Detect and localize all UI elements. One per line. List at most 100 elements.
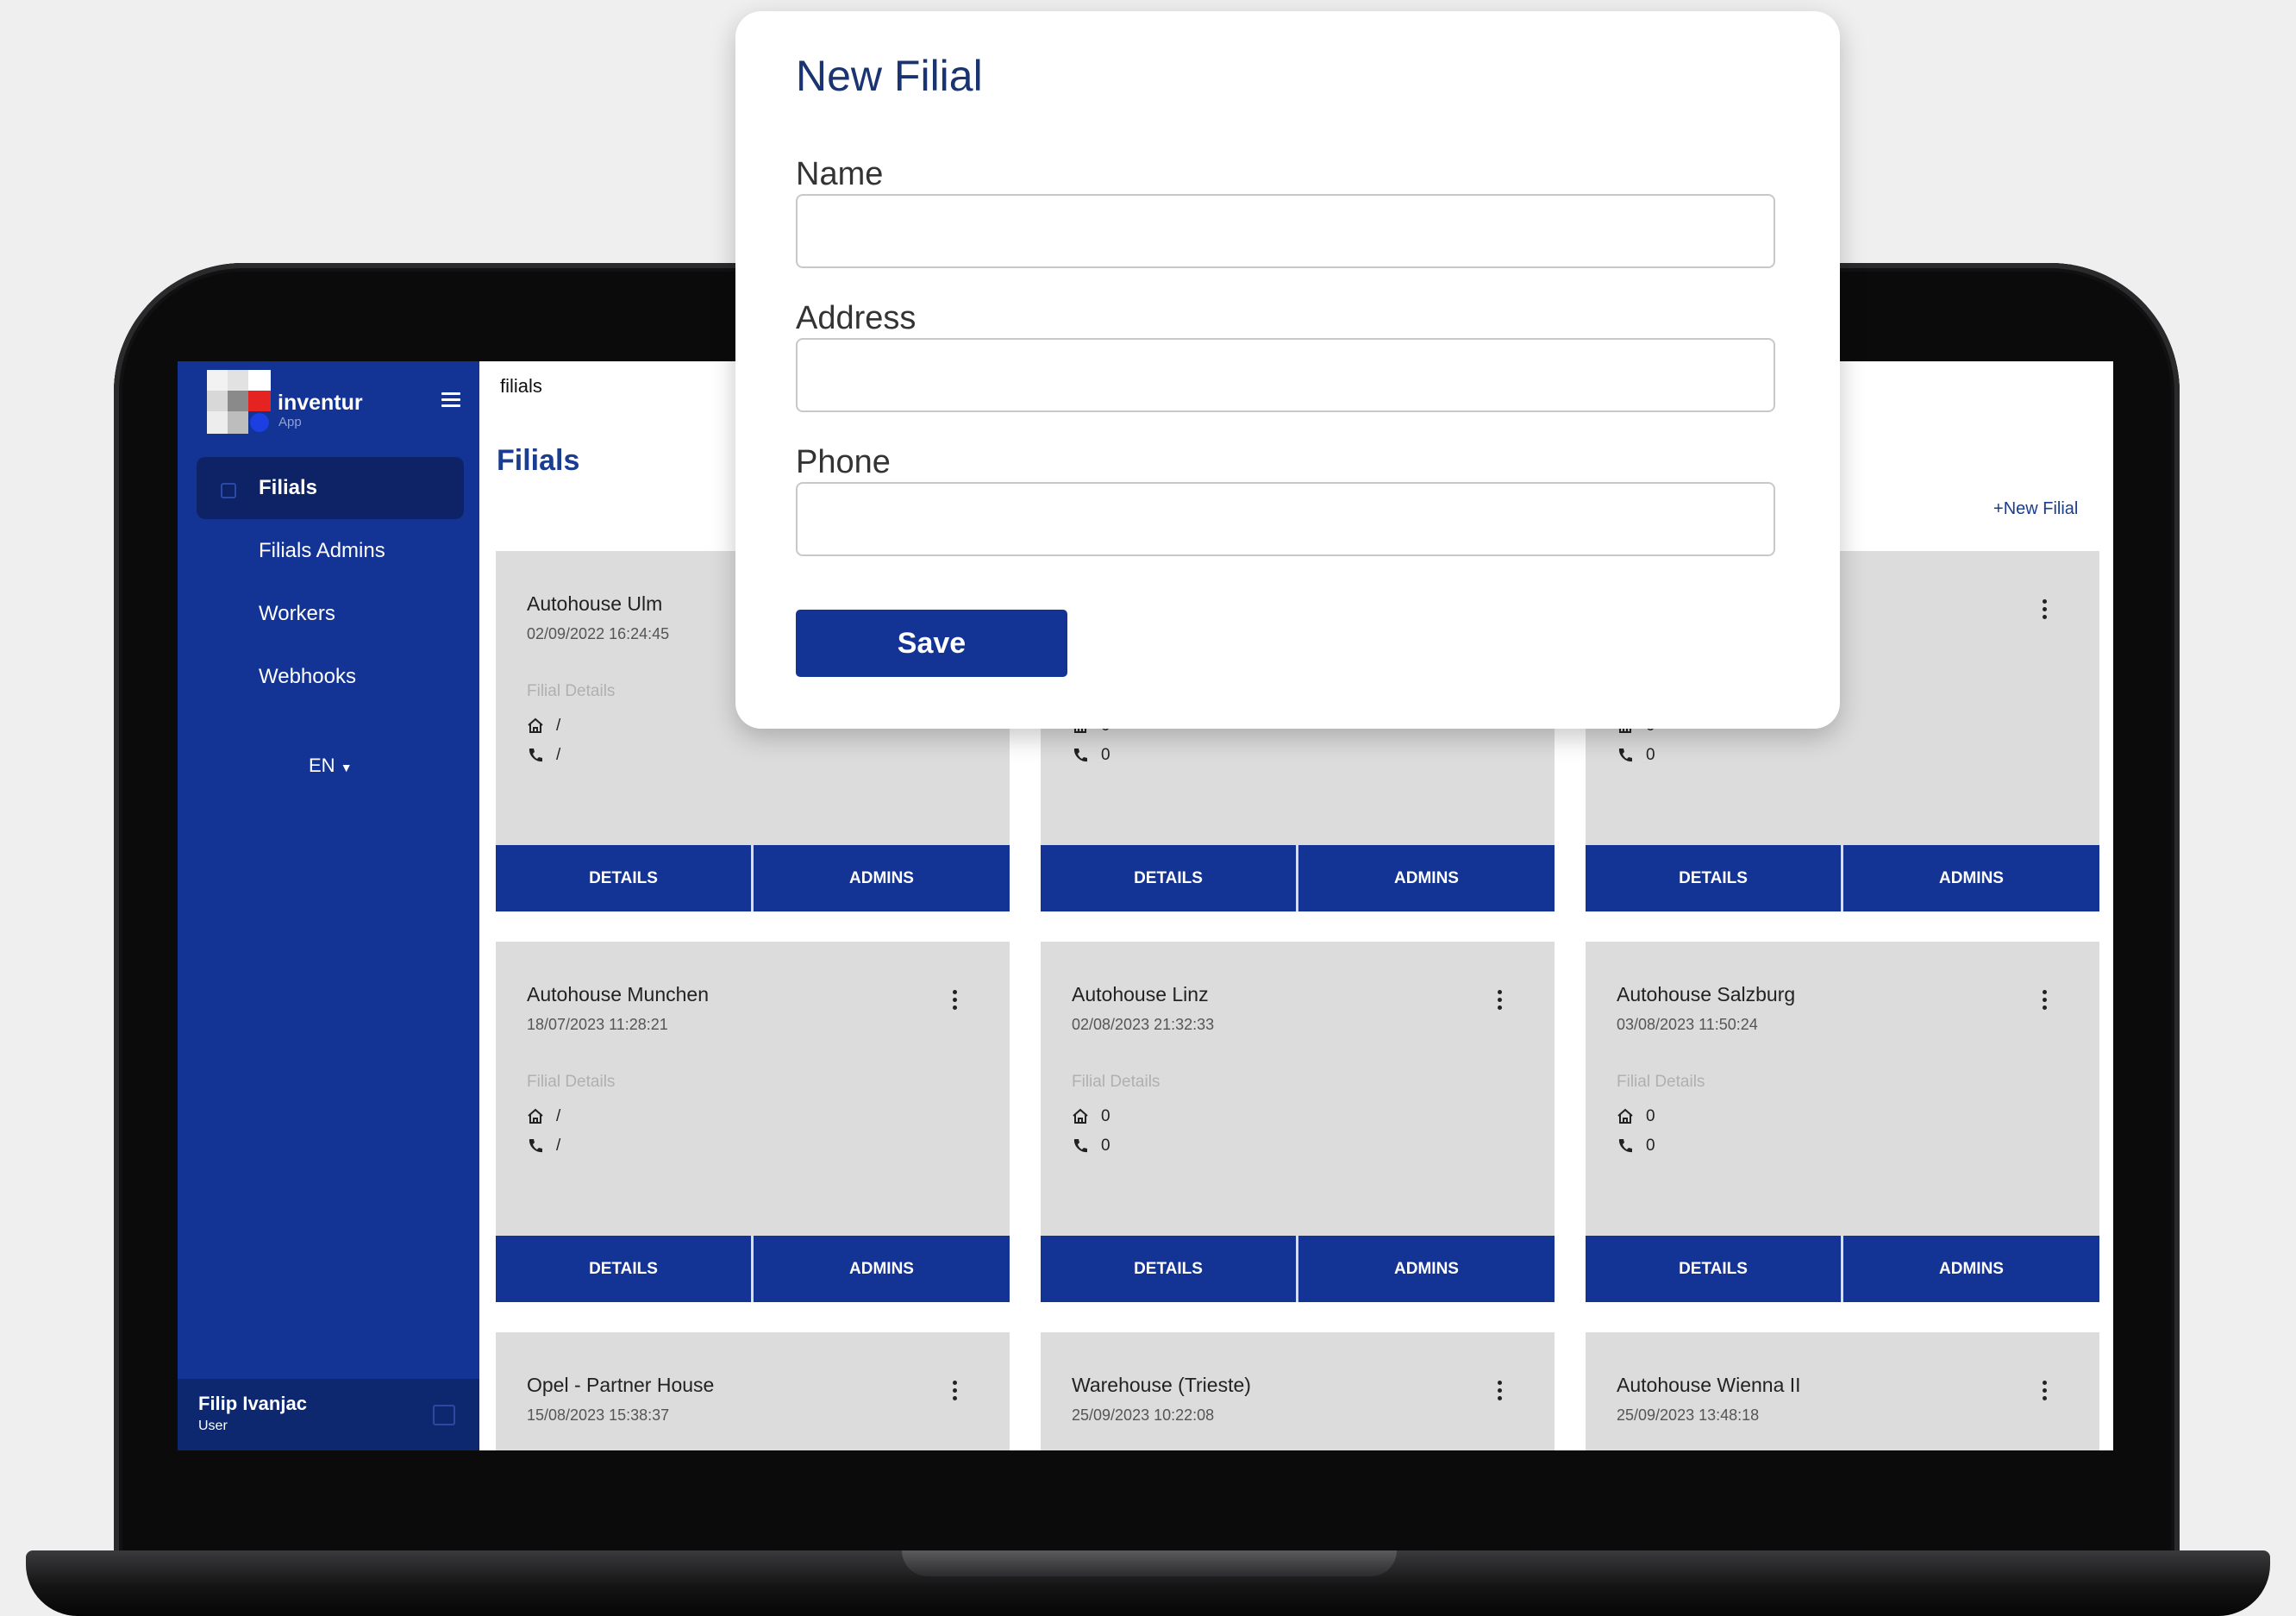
phone-icon: [529, 748, 542, 762]
card-date: 18/07/2023 11:28:21: [527, 1016, 668, 1033]
filial-card: Autohouse Salzburg 03/08/2023 11:50:24 F…: [1586, 942, 2099, 1302]
app-logo: [207, 370, 271, 434]
phone-icon: [1073, 1139, 1087, 1153]
sidebar-item-webhooks[interactable]: Webhooks: [197, 646, 464, 708]
new-filial-label: New Filial: [2003, 499, 2079, 518]
admins-button[interactable]: ADMINS: [754, 845, 1010, 911]
kebab-menu-icon[interactable]: [951, 1381, 958, 1405]
kebab-menu-icon[interactable]: [1496, 990, 1503, 1014]
card-address: 0: [1101, 1107, 1110, 1125]
card-address: /: [556, 717, 561, 735]
filial-card: Opel - Partner House 15/08/2023 15:38:37: [496, 1332, 1010, 1450]
sidebar-item-label: Workers: [259, 602, 335, 625]
card-phone-row: 0: [1072, 746, 1110, 765]
card-date: 02/09/2022 16:24:45: [527, 625, 670, 642]
details-button[interactable]: DETAILS: [496, 845, 751, 911]
phone-icon: [1618, 748, 1632, 762]
card-detail-label: Filial Details: [527, 1073, 616, 1091]
card-date: 03/08/2023 11:50:24: [1617, 1016, 1758, 1033]
sidebar-item-workers[interactable]: Workers: [197, 583, 464, 645]
card-title: Autohouse Linz: [1072, 983, 1209, 1005]
admins-button[interactable]: ADMINS: [1843, 845, 2099, 911]
page-title: Filials: [497, 444, 580, 477]
details-button[interactable]: DETAILS: [1586, 845, 1841, 911]
card-address-row: 0: [1072, 1107, 1110, 1126]
modal-title: New Filial: [796, 52, 983, 100]
name-field[interactable]: [796, 194, 1775, 268]
card-detail-label: Filial Details: [1617, 1073, 1705, 1091]
new-filial-link[interactable]: +New Filial: [1993, 499, 2078, 519]
card-date: 02/08/2023 21:32:33: [1072, 1016, 1215, 1033]
card-phone: /: [556, 746, 561, 764]
name-label: Name: [796, 156, 884, 192]
admins-button[interactable]: ADMINS: [1298, 845, 1555, 911]
card-title: Opel - Partner House: [527, 1374, 715, 1396]
card-title: Autohouse Ulm: [527, 592, 663, 615]
hamburger-icon[interactable]: [441, 392, 460, 408]
user-role: User: [198, 1419, 228, 1433]
card-date: 15/08/2023 15:38:37: [527, 1406, 670, 1424]
user-name: Filip Ivanjac: [198, 1393, 307, 1414]
card-address: /: [556, 1107, 561, 1125]
phone-field[interactable]: [796, 482, 1775, 556]
card-date: 25/09/2023 13:48:18: [1617, 1406, 1760, 1424]
details-button[interactable]: DETAILS: [1041, 1236, 1296, 1302]
home-icon: [528, 717, 543, 733]
kebab-menu-icon[interactable]: [2041, 990, 2048, 1014]
admins-button[interactable]: ADMINS: [1298, 1236, 1555, 1302]
card-address-row: /: [527, 1107, 560, 1126]
caret-down-icon: ▼: [340, 761, 353, 774]
save-button[interactable]: Save: [796, 610, 1067, 677]
phone-icon: [1073, 748, 1087, 762]
sidebar-item-filials-admins[interactable]: Filials Admins: [197, 520, 464, 582]
new-filial-modal: New Filial Name Address Phone Save: [735, 11, 1840, 729]
details-button[interactable]: DETAILS: [1586, 1236, 1841, 1302]
language-selector[interactable]: EN ▼: [309, 755, 353, 777]
home-icon: [1617, 1108, 1633, 1124]
sidebar-item-filials[interactable]: Filials: [197, 457, 464, 519]
filials-icon: [221, 483, 236, 498]
home-icon: [528, 1108, 543, 1124]
sidebar-item-label: Filials Admins: [259, 539, 385, 562]
card-phone-row: /: [527, 746, 560, 765]
card-detail-label: Filial Details: [527, 682, 616, 700]
laptop-notch: [902, 1550, 1397, 1576]
language-label: EN: [309, 755, 335, 776]
card-phone: 0: [1646, 746, 1655, 764]
card-phone-row: 0: [1617, 1137, 1655, 1156]
kebab-menu-icon[interactable]: [2041, 599, 2048, 623]
card-address-row: /: [527, 717, 560, 736]
brand-name: inventur: [278, 391, 363, 415]
brand-subtitle: App: [278, 415, 302, 429]
address-field[interactable]: [796, 338, 1775, 412]
details-button[interactable]: DETAILS: [496, 1236, 751, 1302]
card-phone: 0: [1101, 746, 1110, 764]
phone-icon: [1618, 1139, 1632, 1153]
user-panel: Filip Ivanjac User: [178, 1379, 479, 1450]
details-button[interactable]: DETAILS: [1041, 845, 1296, 911]
card-detail-label: Filial Details: [1072, 1073, 1161, 1091]
kebab-menu-icon[interactable]: [2041, 1381, 2048, 1405]
home-icon: [1073, 1108, 1088, 1124]
card-phone-row: 0: [1072, 1137, 1110, 1156]
sidebar-item-label: Webhooks: [259, 665, 356, 688]
card-date: 25/09/2023 10:22:08: [1072, 1406, 1215, 1424]
admins-button[interactable]: ADMINS: [754, 1236, 1010, 1302]
card-phone: 0: [1646, 1137, 1655, 1155]
kebab-menu-icon[interactable]: [951, 990, 958, 1014]
card-title: Warehouse (Trieste): [1072, 1374, 1251, 1396]
filial-card: Warehouse (Trieste) 25/09/2023 10:22:08: [1041, 1332, 1555, 1450]
filial-card: Autohouse Munchen 18/07/2023 11:28:21 Fi…: [496, 942, 1010, 1302]
address-label: Address: [796, 300, 917, 336]
sidebar-item-label: Filials: [259, 476, 318, 499]
phone-icon: [529, 1139, 542, 1153]
plus-icon: +: [1993, 499, 2004, 518]
card-phone-row: /: [527, 1137, 560, 1156]
logout-icon[interactable]: [433, 1405, 455, 1425]
card-title: Autohouse Salzburg: [1617, 983, 1796, 1005]
card-address: 0: [1646, 1107, 1655, 1125]
phone-label: Phone: [796, 444, 891, 480]
card-address-row: 0: [1617, 1107, 1655, 1126]
kebab-menu-icon[interactable]: [1496, 1381, 1503, 1405]
admins-button[interactable]: ADMINS: [1843, 1236, 2099, 1302]
